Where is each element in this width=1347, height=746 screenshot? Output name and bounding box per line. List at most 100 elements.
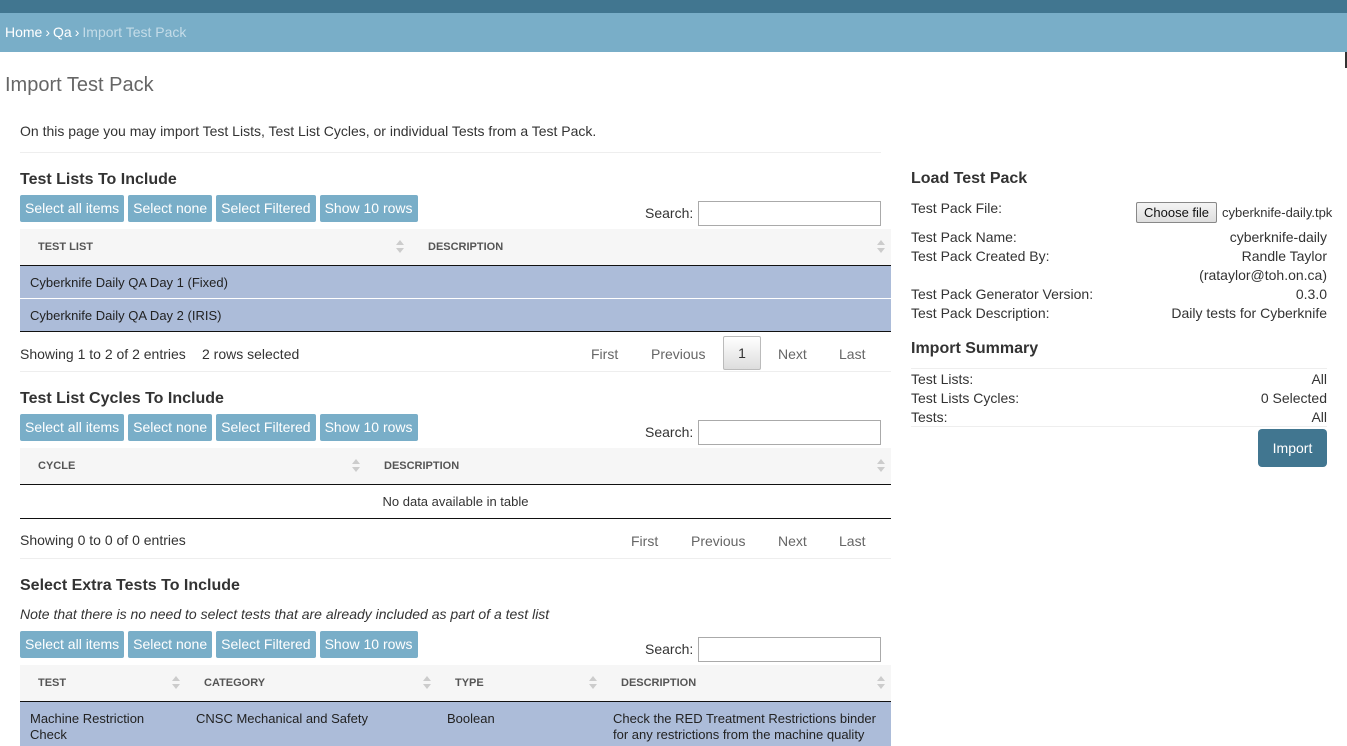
- table-row[interactable]: Cyberknife Daily QA Day 2 (IRIS): [20, 299, 891, 331]
- test-description: Check the RED Treatment Restrictions bin…: [613, 711, 876, 726]
- column-header-cycle[interactable]: Cycle: [38, 448, 75, 484]
- description-value: Daily tests for Cyberknife: [1171, 305, 1327, 321]
- select-none-button[interactable]: Select none: [128, 414, 213, 441]
- column-header-description[interactable]: Description: [621, 665, 696, 701]
- created-by-label: Test Pack Created By:: [911, 248, 1050, 264]
- sort-icon[interactable]: [877, 676, 885, 690]
- pager-next[interactable]: Next: [778, 533, 807, 549]
- cycles-header: Cycle Description: [20, 448, 891, 485]
- breadcrumb-current: Import Test Pack: [82, 24, 187, 40]
- summary-lists-value: All: [1311, 371, 1327, 387]
- select-filtered-button[interactable]: Select Filtered: [216, 195, 316, 222]
- test-type: Boolean: [447, 711, 495, 726]
- show-rows-button[interactable]: Show 10 rows: [319, 631, 418, 658]
- tests-search-input[interactable]: [698, 637, 881, 662]
- tests-note: Note that there is no need to select tes…: [20, 606, 550, 622]
- breadcrumb: Home › Qa › Import Test Pack: [0, 13, 1347, 52]
- test-lists-title: Test Lists To Include: [20, 171, 177, 188]
- sort-icon[interactable]: [352, 459, 360, 473]
- divider: [911, 368, 1327, 369]
- divider: [20, 558, 891, 559]
- sort-icon[interactable]: [877, 240, 885, 254]
- breadcrumb-qa-link[interactable]: Qa: [53, 24, 72, 40]
- test-lists-toolbar: Select all items Select none Select Filt…: [20, 195, 418, 222]
- column-header-test-list[interactable]: Test List: [38, 229, 93, 265]
- rows-selected-info: 2 rows selected: [202, 346, 300, 362]
- pager-page-1[interactable]: 1: [723, 336, 761, 370]
- header-bar: [0, 0, 1347, 13]
- column-header-description[interactable]: Description: [384, 448, 459, 484]
- test-lists-info: Showing 1 to 2 of 2 entries: [20, 346, 186, 362]
- generator-version-value: 0.3.0: [1295, 286, 1327, 302]
- column-header-description[interactable]: Description: [428, 229, 503, 265]
- test-list-name: Cyberknife Daily QA Day 1 (Fixed): [30, 275, 228, 290]
- divider: [20, 152, 881, 153]
- select-all-button[interactable]: Select all items: [20, 414, 125, 441]
- search-label: Search:: [645, 641, 694, 657]
- table-row[interactable]: Cyberknife Daily QA Day 1 (Fixed): [20, 266, 891, 299]
- sort-icon[interactable]: [589, 676, 597, 690]
- breadcrumb-separator: ›: [74, 24, 80, 40]
- test-name: Machine Restriction: [30, 711, 145, 726]
- created-by-value: Randle Taylor: [1241, 248, 1327, 264]
- generator-version-label: Test Pack Generator Version:: [911, 286, 1094, 302]
- sort-icon[interactable]: [172, 676, 180, 690]
- column-header-test[interactable]: Test: [38, 665, 66, 701]
- test-description: for any restrictions from the machine qu…: [613, 727, 865, 742]
- column-header-type[interactable]: Type: [455, 665, 484, 701]
- select-none-button[interactable]: Select none: [128, 195, 213, 222]
- page-title: Import Test Pack: [5, 74, 154, 96]
- pager-previous[interactable]: Previous: [651, 346, 705, 362]
- import-summary-title: Import Summary: [911, 340, 1039, 357]
- search-label: Search:: [645, 205, 694, 221]
- summary-cycles-value: 0 Selected: [1260, 390, 1327, 406]
- pager-previous[interactable]: Previous: [691, 533, 745, 549]
- summary-tests-label: Tests:: [911, 409, 948, 425]
- pager-first[interactable]: First: [631, 533, 658, 549]
- table-border: [20, 331, 891, 332]
- column-header-category[interactable]: Category: [204, 665, 265, 701]
- choose-file-button[interactable]: Choose file: [1136, 202, 1218, 223]
- pager-last[interactable]: Last: [839, 346, 865, 362]
- show-rows-button[interactable]: Show 10 rows: [319, 195, 418, 222]
- pager-first[interactable]: First: [591, 346, 618, 362]
- select-filtered-button[interactable]: Select Filtered: [216, 414, 316, 441]
- summary-tests-value: All: [1311, 409, 1327, 425]
- divider: [20, 371, 891, 372]
- cycles-info: Showing 0 to 0 of 0 entries: [20, 532, 186, 548]
- table-border: [20, 518, 891, 519]
- breadcrumb-home-link[interactable]: Home: [5, 24, 42, 40]
- description-label: Test Pack Description:: [911, 305, 1050, 321]
- select-all-button[interactable]: Select all items: [20, 631, 125, 658]
- empty-table-message: No data available in table: [382, 494, 529, 509]
- pager-last[interactable]: Last: [839, 533, 865, 549]
- divider: [911, 426, 1327, 427]
- select-all-button[interactable]: Select all items: [20, 195, 125, 222]
- test-list-name: Cyberknife Daily QA Day 2 (IRIS): [30, 308, 222, 323]
- file-label: Test Pack File:: [911, 200, 1003, 216]
- test-lists-search-input[interactable]: [698, 201, 881, 226]
- select-filtered-button[interactable]: Select Filtered: [216, 631, 316, 658]
- breadcrumb-separator: ›: [45, 24, 51, 40]
- table-row[interactable]: Machine Restriction Check CNSC Mechanica…: [20, 702, 891, 746]
- tests-toolbar: Select all items Select none Select Filt…: [20, 631, 418, 658]
- pack-name-label: Test Pack Name:: [911, 229, 1017, 245]
- selected-file-name: cyberknife-daily.tpk: [1222, 205, 1333, 220]
- show-rows-button[interactable]: Show 10 rows: [319, 414, 418, 441]
- sort-icon[interactable]: [423, 676, 431, 690]
- test-lists-header: Test List Description: [20, 229, 891, 266]
- tests-title: Select Extra Tests To Include: [20, 577, 240, 594]
- cycles-search-input[interactable]: [698, 420, 881, 445]
- pack-name-value: cyberknife-daily: [1229, 229, 1327, 245]
- select-none-button[interactable]: Select none: [128, 631, 213, 658]
- test-name: Check: [30, 727, 67, 742]
- summary-lists-label: Test Lists:: [911, 371, 974, 387]
- import-button[interactable]: Import: [1258, 429, 1327, 467]
- sort-icon[interactable]: [877, 459, 885, 473]
- tests-header: Test Category Type Description: [20, 665, 891, 702]
- search-label: Search:: [645, 424, 694, 440]
- sort-icon[interactable]: [396, 240, 404, 254]
- created-by-email: (rataylor@toh.on.ca): [1199, 267, 1327, 283]
- pager-next[interactable]: Next: [778, 346, 807, 362]
- cycles-toolbar: Select all items Select none Select Filt…: [20, 414, 418, 441]
